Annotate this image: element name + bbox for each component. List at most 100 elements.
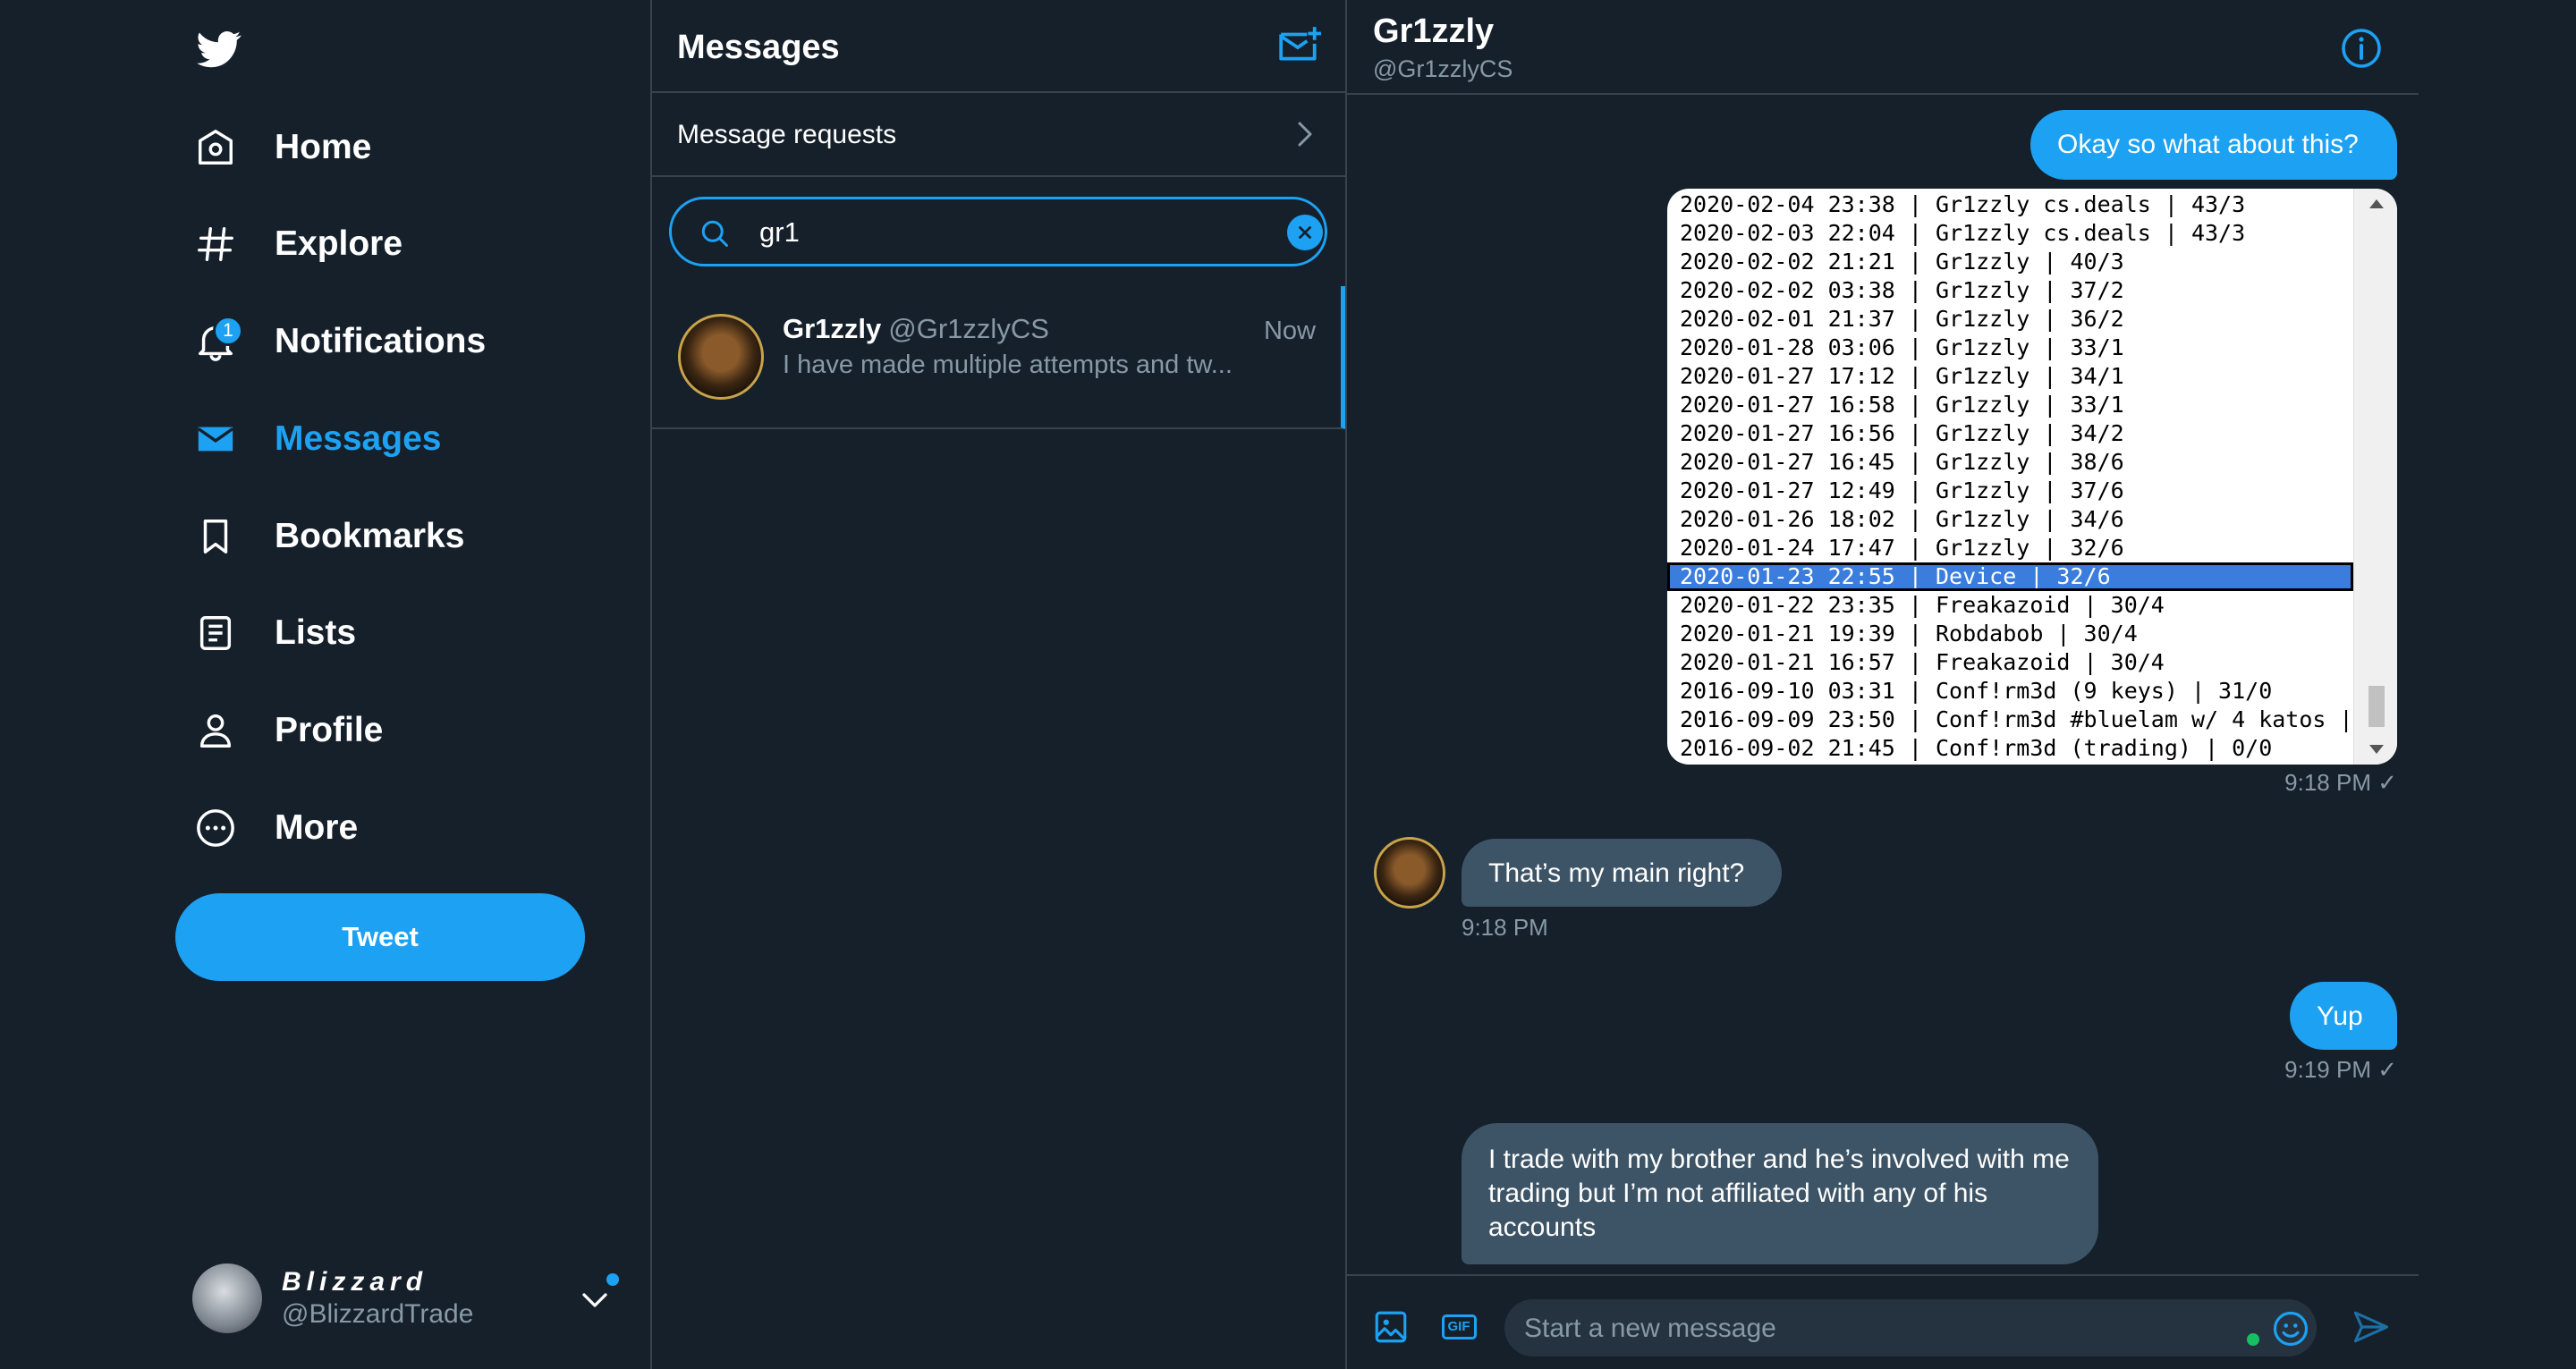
unread-dot [606,1273,619,1286]
search-input[interactable] [758,210,1226,255]
nav-lists-label: Lists [275,613,357,652]
message-requests[interactable]: Message requests [652,93,1345,177]
nav-more[interactable]: More [193,797,358,859]
message-image[interactable]: 2020-02-04 23:38 | Gr1zzly cs.deals | 43… [1667,189,2397,765]
listbox-row: 2020-01-21 19:39 | Robdabob | 30/4 [1680,621,2138,646]
home-icon [193,125,238,170]
listbox-row: 2020-01-27 12:49 | Gr1zzly | 37/6 [1680,477,2124,503]
message-requests-label: Message requests [677,120,897,149]
nav-bookmarks[interactable]: Bookmarks [193,505,464,568]
status-dot [2247,1333,2259,1346]
search-icon [701,220,728,247]
listbox-screenshot: 2020-02-04 23:38 | Gr1zzly cs.deals | 43… [1667,189,2353,765]
page-title: Messages [677,29,840,66]
search-box[interactable] [669,197,1327,266]
nav-messages[interactable]: Messages [193,408,441,470]
listbox-row: 2020-01-28 03:06 | Gr1zzly | 33/1 [1680,334,2124,360]
listbox-row: 2020-01-27 16:56 | Gr1zzly | 34/2 [1680,420,2124,446]
twitter-app: Home Explore 1 Notifications Messages Bo… [0,0,2576,1369]
chat-name: Gr1zzly [1373,13,1495,50]
chat-handle: @Gr1zzlyCS [1373,55,1513,82]
listbox-row-selected: 2020-01-23 22:55 | Device | 32/6 [1667,562,2353,591]
message-bubble-outgoing: Yup [2290,982,2397,1050]
conversation-item[interactable]: Gr1zzly @Gr1zzlyCS Now I have made multip… [652,286,1345,429]
nav-home[interactable]: Home [193,116,371,179]
nav-notifications-label: Notifications [275,322,487,360]
messages-panel: Messages Message requests Gr1zzly@Gr1zzl… [652,0,1345,1369]
message-timestamp: 9:19 PM ✓ [2284,1056,2397,1083]
emoji-icon[interactable] [2272,1310,2309,1348]
message-composer: GIF [1347,1274,2419,1369]
left-sidebar: Home Explore 1 Notifications Messages Bo… [0,0,650,1369]
nav-profile-label: Profile [275,711,384,749]
listbox-row: 2016-09-10 03:31 | Conf!rm3d (9 keys) | … [1680,678,2273,704]
listbox-row: 2020-02-02 03:38 | Gr1zzly | 37/2 [1680,277,2124,303]
avatar [192,1263,262,1333]
message-bubble-outgoing: Okay so what about this? [2030,110,2397,180]
conversation-name: Gr1zzly [783,313,882,344]
close-icon [1299,226,1311,239]
chat-header: Gr1zzly @Gr1zzlyCS [1347,0,2419,95]
listbox-row: 2020-02-01 21:37 | Gr1zzly | 36/2 [1680,306,2124,332]
listbox-row: 2020-02-03 22:04 | Gr1zzly cs.deals | 43… [1680,220,2246,246]
listbox-row: 2016-09-02 21:45 | Conf!rm3d (trading) |… [1680,735,2273,761]
twitter-logo-icon[interactable] [193,27,245,72]
scroll-down-arrow-icon [2369,745,2384,754]
listbox-row: 2020-01-27 16:45 | Gr1zzly | 38/6 [1680,449,2124,475]
send-icon[interactable] [2352,1308,2390,1346]
image-upload-icon[interactable] [1372,1308,1410,1346]
gif-button[interactable]: GIF [1440,1308,1478,1346]
nav-more-label: More [275,808,359,847]
info-icon[interactable] [2340,27,2383,70]
listbox-row: 2020-01-24 17:47 | Gr1zzly | 32/6 [1680,535,2124,561]
listbox-row: 2016-09-09 23:50 | Conf!rm3d #bluelam w/… [1680,706,2353,732]
account-text: Blizzard @BlizzardTrade [282,1267,473,1330]
nav-explore[interactable]: Explore [193,213,402,275]
nav-notifications[interactable]: 1 Notifications [193,310,486,373]
tweet-button[interactable]: Tweet [175,893,585,981]
nav-profile[interactable]: Profile [193,699,383,762]
account-handle: @BlizzardTrade [282,1299,474,1329]
avatar [1374,837,1445,908]
avatar [678,314,764,400]
message-timestamp: 9:18 PM ✓ [2284,769,2397,796]
listbox-row: 2020-01-21 16:57 | Freakazoid | 30/4 [1680,649,2165,675]
chevron-right-icon [1298,122,1312,147]
list-icon [193,611,238,655]
clear-search-button[interactable] [1287,215,1323,250]
conversation-title: Gr1zzly @Gr1zzlyCS [783,313,1049,345]
account-switcher[interactable]: Blizzard @BlizzardTrade [192,1261,622,1336]
message-input-wrapper [1504,1299,2317,1356]
account-name: Blizzard [282,1267,428,1297]
message-input[interactable] [1522,1308,2241,1349]
person-icon [193,708,238,753]
nav-lists[interactable]: Lists [193,602,356,664]
listbox-row: 2020-01-27 16:58 | Gr1zzly | 33/1 [1680,392,2124,418]
more-icon [193,806,238,850]
listbox-row: 2020-01-26 18:02 | Gr1zzly | 34/6 [1680,506,2124,532]
message-bubble-incoming: I trade with my brother and he’s involve… [1462,1123,2098,1264]
bell-icon: 1 [193,316,243,364]
notification-badge: 1 [213,316,243,346]
envelope-icon [193,417,238,461]
listbox-row: 2020-02-02 21:21 | Gr1zzly | 40/3 [1680,249,2124,275]
scrollbar [2353,189,2397,765]
chevron-down-icon [582,1293,607,1307]
conversation-time: Now [1263,317,1316,345]
scroll-thumb [2368,686,2385,727]
message-bubble-incoming: That’s my main right? [1462,839,1782,907]
new-message-icon[interactable] [1277,23,1322,68]
listbox-row: 2020-01-22 23:35 | Freakazoid | 30/4 [1680,592,2165,618]
nav-explore-label: Explore [275,224,403,263]
messages-header: Messages [652,0,1345,93]
nav-bookmarks-label: Bookmarks [275,517,465,555]
listbox-row: 2020-02-04 23:38 | Gr1zzly cs.deals | 43… [1680,191,2246,217]
bookmark-icon [193,514,238,559]
scroll-up-arrow-icon [2369,199,2384,208]
conversation-handle: @Gr1zzlyCS [888,313,1049,344]
conversation-preview: I have made multiple attempts and tw... [783,351,1233,379]
nav-home-label: Home [275,128,372,166]
listbox-row: 2020-01-27 17:12 | Gr1zzly | 34/1 [1680,363,2124,389]
chat-panel: Gr1zzly @Gr1zzlyCS Okay so what about th… [1347,0,2419,1369]
hashtag-icon [193,222,238,266]
